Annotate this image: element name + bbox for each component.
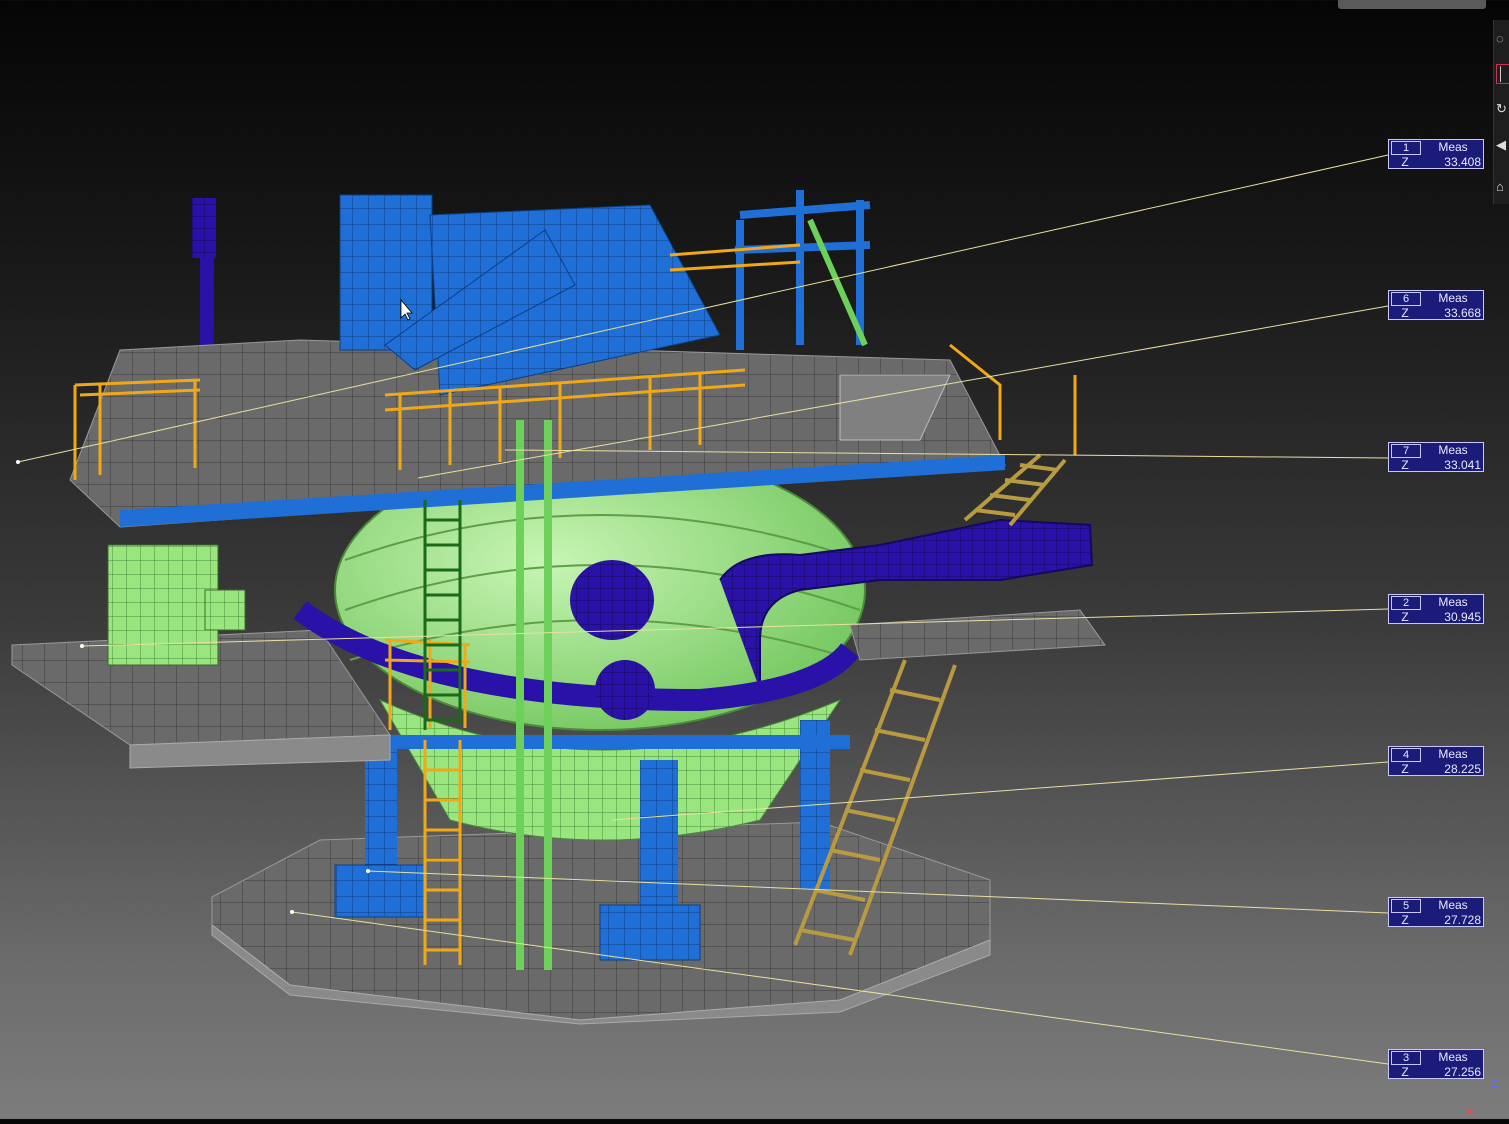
top-toolbar[interactable] xyxy=(1338,0,1486,9)
meas-axis: Z xyxy=(1401,155,1409,169)
leg-footing xyxy=(599,904,701,961)
side-toolbar: ◌ │ ↻ ◀ ⌂ xyxy=(1493,20,1509,204)
3d-viewport[interactable] xyxy=(0,0,1509,1119)
measurement-tag-2[interactable]: 2 Meas Z 30.945 xyxy=(1388,594,1484,624)
meas-label: Meas xyxy=(1438,291,1468,305)
meas-label: Meas xyxy=(1438,747,1468,761)
home-icon[interactable]: ⌂ xyxy=(1496,178,1508,196)
meas-value: 33.041 xyxy=(1444,458,1481,472)
meas-id: 7 xyxy=(1391,444,1421,458)
pipe-elbow[interactable] xyxy=(570,560,654,640)
meas-id: 6 xyxy=(1391,292,1421,306)
measurement-tag-6[interactable]: 6 Meas Z 33.668 xyxy=(1388,290,1484,320)
meas-label: Meas xyxy=(1438,443,1468,457)
axis-x-label: X xyxy=(1466,1106,1474,1118)
motor-unit[interactable] xyxy=(107,544,219,666)
meas-label: Meas xyxy=(1438,898,1468,912)
measurement-tag-3[interactable]: 3 Meas Z 27.256 xyxy=(1388,1049,1484,1079)
motor-coupling xyxy=(204,589,246,631)
measurement-tag-5[interactable]: 5 Meas Z 27.728 xyxy=(1388,897,1484,927)
meas-value: 27.256 xyxy=(1444,1065,1481,1079)
meas-id: 5 xyxy=(1391,899,1421,913)
meas-id: 4 xyxy=(1391,748,1421,762)
meas-axis: Z xyxy=(1401,1065,1409,1079)
meas-value: 33.668 xyxy=(1444,306,1481,320)
pipe-elbow[interactable] xyxy=(595,660,655,720)
meas-value: 30.945 xyxy=(1444,610,1481,624)
meas-id: 1 xyxy=(1391,141,1421,155)
meas-axis: Z xyxy=(1401,306,1409,320)
model-view[interactable] xyxy=(0,0,1509,1119)
vent-stack-top xyxy=(192,198,216,258)
meas-axis: Z xyxy=(1401,458,1409,472)
orbit-icon[interactable]: ◌ xyxy=(1496,30,1508,48)
select-icon[interactable]: │ xyxy=(1496,64,1509,84)
measurement-tag-1[interactable]: 1 Meas Z 33.408 xyxy=(1388,139,1484,169)
gantry-frame[interactable] xyxy=(734,190,871,350)
meas-label: Meas xyxy=(1438,595,1468,609)
ring-beam xyxy=(370,735,850,749)
meas-id: 3 xyxy=(1391,1051,1421,1065)
meas-axis: Z xyxy=(1401,610,1409,624)
meas-id: 2 xyxy=(1391,596,1421,610)
mid-platform[interactable] xyxy=(849,609,1106,661)
meas-axis: Z xyxy=(1401,762,1409,776)
back-icon[interactable]: ◀ xyxy=(1496,136,1508,154)
support-leg[interactable] xyxy=(640,760,678,920)
rotate-icon[interactable]: ↻ xyxy=(1496,100,1508,118)
measurement-tag-7[interactable]: 7 Meas Z 33.041 xyxy=(1388,442,1484,472)
meas-axis: Z xyxy=(1401,913,1409,927)
meas-label: Meas xyxy=(1438,1050,1468,1064)
meas-value: 28.225 xyxy=(1444,762,1481,776)
measurement-tag-4[interactable]: 4 Meas Z 28.225 xyxy=(1388,746,1484,776)
meas-value: 27.728 xyxy=(1444,913,1481,927)
axis-z-label: Z xyxy=(1491,1078,1498,1090)
meas-label: Meas xyxy=(1438,140,1468,154)
meas-value: 33.408 xyxy=(1444,155,1481,169)
